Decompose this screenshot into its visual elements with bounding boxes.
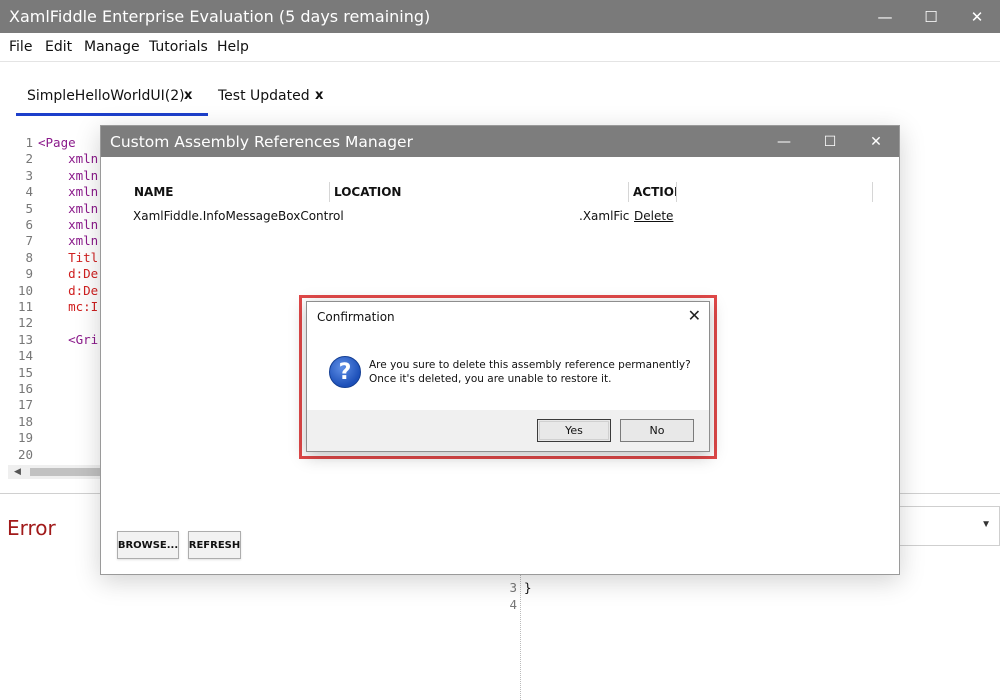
line-number: 16 <box>17 381 33 396</box>
dialog-title: Custom Assembly References Manager <box>110 133 413 151</box>
maximize-icon[interactable]: ☐ <box>807 126 853 157</box>
line-number: 6 <box>25 217 33 232</box>
code-line[interactable]: xmln <box>38 233 98 248</box>
delete-link[interactable]: Delete <box>634 209 673 223</box>
code-line[interactable]: xmln <box>38 201 98 216</box>
line-number: 4 <box>25 184 33 200</box>
menu-file[interactable]: File <box>9 39 32 55</box>
line-number: 14 <box>17 348 33 364</box>
column-header-name[interactable]: NAME <box>134 185 173 199</box>
column-separator[interactable] <box>872 182 873 202</box>
line-number: 18 <box>17 413 33 429</box>
line-number: 7 <box>25 233 33 249</box>
line-number: 15 <box>17 364 33 380</box>
assembly-name-cell: XamlFiddle.InfoMessageBoxControl <box>133 209 344 223</box>
code-line[interactable]: <Gri <box>38 332 98 347</box>
code-line[interactable]: d:De <box>38 283 98 298</box>
line-number: 13 <box>17 331 33 347</box>
line-number: 12 <box>17 315 33 331</box>
line-number: 2 <box>25 151 33 167</box>
close-icon[interactable]: ✕ <box>688 306 701 325</box>
tab-close-icon[interactable]: x <box>315 88 323 103</box>
tab-close-icon[interactable]: x <box>184 88 192 103</box>
line-number: 8 <box>25 249 33 265</box>
error-dropdown[interactable]: ▼ <box>898 506 1000 546</box>
confirmation-footer: Yes No <box>307 410 709 451</box>
menu-bar: File Edit Manage Tutorials Help <box>0 33 1000 62</box>
active-tab-indicator <box>16 113 208 116</box>
menu-edit[interactable]: Edit <box>45 39 72 55</box>
menu-help[interactable]: Help <box>217 39 249 55</box>
confirmation-body: ? Are you sure to delete this assembly r… <box>307 332 709 410</box>
line-number: 5 <box>25 200 33 216</box>
error-label: Error <box>7 516 56 540</box>
line-number: 19 <box>17 430 33 446</box>
confirmation-message-line1: Are you sure to delete this assembly ref… <box>369 359 691 371</box>
window-title: XamlFiddle Enterprise Evaluation (5 days… <box>9 7 431 26</box>
menu-tutorials[interactable]: Tutorials <box>149 39 208 55</box>
confirmation-title: Confirmation <box>317 310 395 324</box>
assembly-location-cell: .XamlFic <box>579 209 630 223</box>
scroll-left-icon[interactable]: ◀ <box>14 466 21 477</box>
column-header-location[interactable]: LOCATION <box>334 185 401 199</box>
line-number: 4 <box>509 597 517 612</box>
line-number: 3 <box>25 167 33 183</box>
minimize-icon[interactable]: — <box>862 0 908 33</box>
chevron-down-icon: ▼ <box>981 519 991 530</box>
close-icon[interactable]: ✕ <box>954 0 1000 33</box>
menu-manage[interactable]: Manage <box>84 39 140 55</box>
code-line[interactable]: } <box>524 580 532 595</box>
minimize-icon[interactable]: — <box>761 126 807 157</box>
main-title-bar: XamlFiddle Enterprise Evaluation (5 days… <box>0 0 1000 33</box>
maximize-icon[interactable]: ☐ <box>908 0 954 33</box>
tab-simplehelloworldui[interactable]: SimpleHelloWorldUI(2) <box>27 88 185 104</box>
code-line[interactable]: d:De <box>38 266 98 281</box>
column-separator[interactable] <box>628 182 629 202</box>
line-number: 3 <box>509 580 517 595</box>
question-icon: ? <box>329 356 361 388</box>
line-number: 11 <box>17 299 33 314</box>
refresh-button[interactable]: REFRESH <box>188 531 241 559</box>
close-icon[interactable]: ✕ <box>853 126 899 157</box>
column-separator[interactable] <box>329 182 330 202</box>
bottom-editor-gutter <box>520 575 521 700</box>
line-number: 17 <box>17 397 33 413</box>
scrollbar-thumb[interactable] <box>30 468 100 476</box>
code-line[interactable]: Titl <box>38 250 98 265</box>
tab-test-updated[interactable]: Test Updated <box>218 88 310 104</box>
column-header-action[interactable]: ACTIOI <box>633 185 676 199</box>
code-line[interactable]: xmln <box>38 184 98 199</box>
code-line[interactable]: <Page <box>38 135 76 150</box>
code-line[interactable]: xmln <box>38 217 98 232</box>
confirmation-dialog: Confirmation ✕ ? Are you sure to delete … <box>306 301 710 452</box>
browse-button[interactable]: BROWSE... <box>117 531 179 559</box>
column-separator[interactable] <box>676 182 677 202</box>
line-number: 1 <box>25 135 33 150</box>
line-number: 9 <box>25 266 33 282</box>
line-number: 20 <box>17 446 33 462</box>
line-number: 10 <box>17 282 33 298</box>
code-line[interactable]: mc:I <box>38 299 98 314</box>
editor-horizontal-scrollbar[interactable]: ◀ <box>8 465 100 479</box>
yes-button[interactable]: Yes <box>537 419 611 442</box>
code-line[interactable]: xmln <box>38 151 98 166</box>
confirmation-message-line2: Once it's deleted, you are unable to res… <box>369 373 612 385</box>
no-button[interactable]: No <box>620 419 694 442</box>
dialog-title-bar: Custom Assembly References Manager — ☐ ✕ <box>101 126 899 157</box>
code-line[interactable]: xmln <box>38 168 98 183</box>
